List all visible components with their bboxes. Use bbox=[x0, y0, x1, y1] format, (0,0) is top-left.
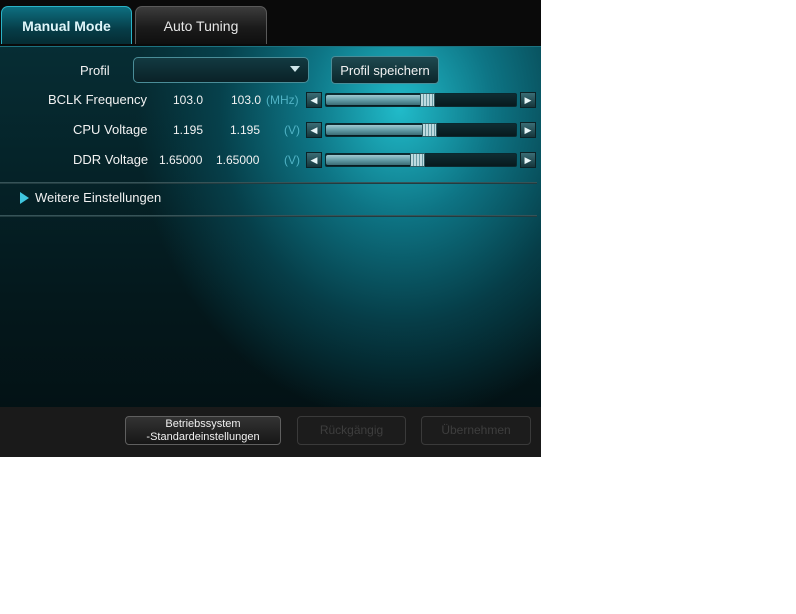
bclk-frequency-label: BCLK Frequency bbox=[48, 92, 147, 107]
settings-panel: Profil Profil speichern BCLK Frequency 1… bbox=[0, 46, 541, 408]
bclk-decrease-arrow-icon[interactable]: ◀ bbox=[306, 92, 322, 108]
cpu-voltage-unit: (V) bbox=[284, 123, 300, 137]
bclk-slider-fill bbox=[326, 95, 427, 105]
os-defaults-line1: Betriebssystem bbox=[165, 417, 241, 430]
ddr-voltage-unit: (V) bbox=[284, 153, 300, 167]
cpu-voltage-slider[interactable]: ◀ ▶ bbox=[306, 122, 536, 138]
bclk-slider-thumb[interactable] bbox=[419, 93, 435, 107]
cpu-voltage-current-value: 1.195 bbox=[173, 123, 204, 137]
apply-button[interactable]: Übernehmen bbox=[421, 416, 531, 445]
cpu-voltage-label: CPU Voltage bbox=[73, 122, 148, 137]
ddr-voltage-slider[interactable]: ◀ ▶ bbox=[306, 152, 536, 168]
dropdown-arrow-icon bbox=[290, 66, 300, 72]
cpu-voltage-slider-thumb[interactable] bbox=[421, 123, 437, 137]
ddr-voltage-slider-track[interactable] bbox=[325, 153, 517, 167]
cpu-voltage-increase-arrow-icon[interactable]: ▶ bbox=[520, 122, 536, 138]
save-profile-button[interactable]: Profil speichern bbox=[331, 56, 439, 84]
tab-bar: Manual Mode Auto Tuning bbox=[0, 0, 541, 47]
app-window: Manual Mode Auto Tuning Profil Profil sp… bbox=[0, 0, 541, 457]
more-settings-toggle[interactable]: Weitere Einstellungen bbox=[20, 190, 161, 205]
os-defaults-line2: -Standardeinstellungen bbox=[146, 430, 260, 443]
divider bbox=[0, 182, 537, 184]
ddr-voltage-decrease-arrow-icon[interactable]: ◀ bbox=[306, 152, 322, 168]
tab-manual-mode[interactable]: Manual Mode bbox=[1, 6, 132, 44]
undo-button[interactable]: Rückgängig bbox=[297, 416, 406, 445]
bclk-current-value: 103.0 bbox=[173, 93, 204, 107]
os-defaults-button[interactable]: Betriebssystem -Standardeinstellungen bbox=[125, 416, 281, 445]
ddr-voltage-slider-fill bbox=[326, 155, 418, 165]
bclk-slider-track[interactable] bbox=[325, 93, 517, 107]
expand-triangle-icon bbox=[20, 191, 29, 204]
bclk-unit: (MHz) bbox=[266, 93, 299, 107]
ddr-voltage-target-value[interactable]: 1.65000 bbox=[216, 153, 259, 167]
divider bbox=[0, 215, 537, 217]
cpu-voltage-slider-fill bbox=[326, 125, 429, 135]
tab-auto-tuning[interactable]: Auto Tuning bbox=[135, 6, 267, 44]
ddr-voltage-slider-thumb[interactable] bbox=[410, 153, 426, 167]
footer-bar: Betriebssystem -Standardeinstellungen Rü… bbox=[0, 407, 541, 457]
profile-label: Profil bbox=[80, 63, 110, 78]
profile-select[interactable] bbox=[133, 57, 309, 83]
ddr-voltage-label: DDR Voltage bbox=[73, 152, 149, 167]
cpu-voltage-slider-track[interactable] bbox=[325, 123, 517, 137]
bclk-increase-arrow-icon[interactable]: ▶ bbox=[520, 92, 536, 108]
cpu-voltage-decrease-arrow-icon[interactable]: ◀ bbox=[306, 122, 322, 138]
ddr-voltage-current-value: 1.65000 bbox=[159, 153, 203, 167]
more-settings-label: Weitere Einstellungen bbox=[35, 190, 162, 205]
ddr-voltage-increase-arrow-icon[interactable]: ▶ bbox=[520, 152, 536, 168]
bclk-target-value[interactable]: 103.0 bbox=[231, 93, 261, 107]
cpu-voltage-target-value[interactable]: 1.195 bbox=[230, 123, 260, 137]
bclk-slider[interactable]: ◀ ▶ bbox=[306, 92, 536, 108]
